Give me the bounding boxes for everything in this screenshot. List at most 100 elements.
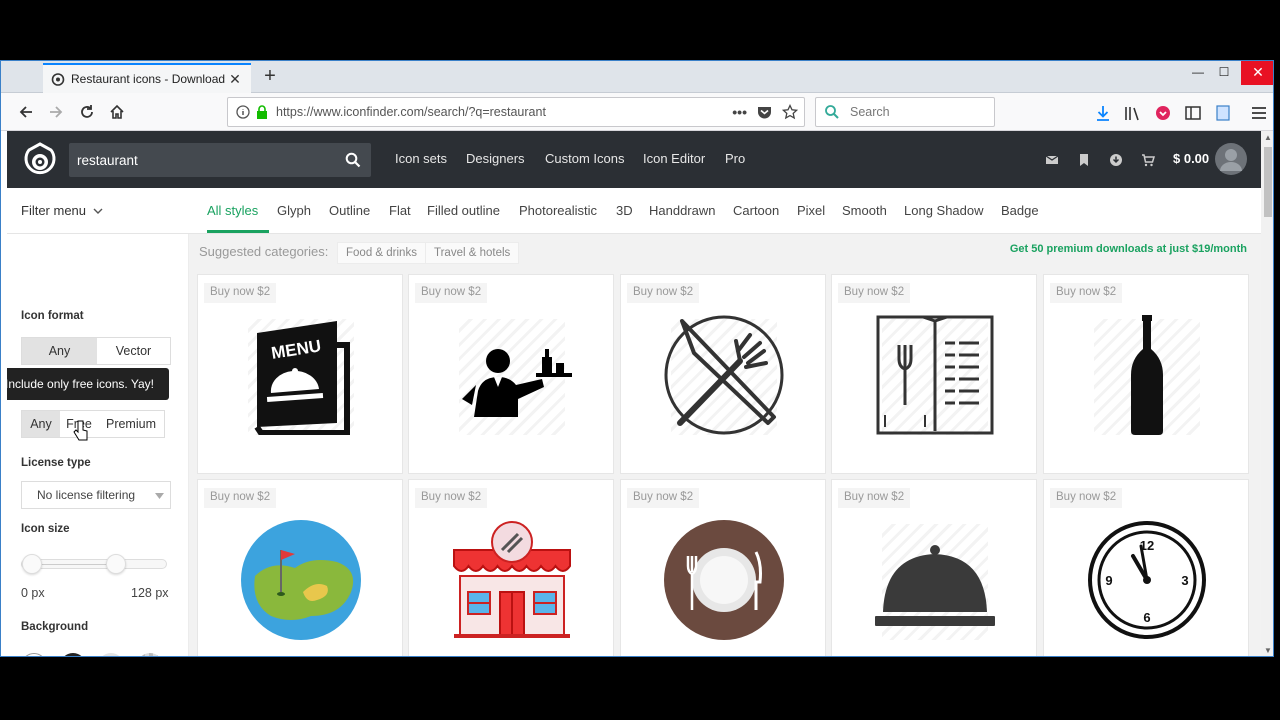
bookmark-icon[interactable] (1077, 153, 1091, 167)
buy-now-badge[interactable]: Buy now $2 (1050, 283, 1123, 303)
nav-icon-sets[interactable]: Icon sets (395, 151, 447, 166)
buy-now-badge[interactable]: Buy now $2 (415, 488, 488, 508)
reload-button[interactable] (74, 99, 100, 125)
icon-format-any[interactable]: Any (22, 338, 97, 364)
buy-now-badge[interactable]: Buy now $2 (1050, 488, 1123, 508)
active-tab-indicator (207, 230, 269, 233)
site-search-input[interactable]: restaurant (69, 143, 371, 177)
download-circle-icon[interactable] (1109, 153, 1123, 167)
style-tab-all-styles[interactable]: All styles (207, 203, 258, 218)
hamburger-menu-icon[interactable] (1249, 103, 1269, 123)
dropdown-arrow-icon (155, 493, 164, 499)
icon-card[interactable]: Buy now $2 12 6 9 3 (1043, 479, 1249, 656)
page-scrollbar[interactable]: ▲ ▼ (1261, 131, 1273, 656)
icon-size-max-handle[interactable] (106, 554, 126, 574)
price-any[interactable]: Any (22, 411, 60, 437)
buy-now-badge[interactable]: Buy now $2 (627, 488, 700, 508)
sidebar-toggle-icon[interactable] (1183, 103, 1203, 123)
background-transparent-swatch[interactable] (137, 653, 163, 656)
pocket-icon[interactable] (757, 105, 772, 119)
icon-size-min-handle[interactable] (22, 554, 42, 574)
style-tab-outline[interactable]: Outline (329, 203, 370, 218)
cart-total[interactable]: $ 0.00 (1173, 151, 1209, 166)
cart-icon[interactable] (1141, 153, 1155, 167)
nav-designers[interactable]: Designers (466, 151, 525, 166)
scroll-down-icon[interactable]: ▼ (1261, 644, 1273, 656)
buy-now-badge[interactable]: Buy now $2 (204, 283, 277, 303)
pocket-extension-icon[interactable] (1153, 103, 1173, 123)
style-tab-flat[interactable]: Flat (389, 203, 411, 218)
nav-pro[interactable]: Pro (725, 151, 745, 166)
downloads-icon[interactable] (1093, 103, 1113, 123)
icon-size-min-label: 0 px (21, 586, 45, 600)
icon-card[interactable]: Buy now $2 MENU (197, 274, 403, 474)
filter-menu-button[interactable]: Filter menu (21, 203, 104, 218)
background-heading: Background (21, 621, 89, 633)
browser-tab[interactable]: Restaurant icons - Download 1 ✕ (43, 63, 251, 93)
icon-card[interactable]: Buy now $2 (197, 479, 403, 656)
style-tab-cartoon[interactable]: Cartoon (733, 203, 779, 218)
buy-now-badge[interactable]: Buy now $2 (838, 488, 911, 508)
avatar[interactable] (1215, 143, 1247, 175)
forward-button[interactable] (43, 99, 69, 125)
url-bar[interactable]: https://www.iconfinder.com/search/?q=res… (227, 97, 805, 127)
style-tab-3d[interactable]: 3D (616, 203, 633, 218)
tab-close-icon[interactable]: ✕ (227, 71, 243, 88)
url-text: https://www.iconfinder.com/search/?q=res… (276, 105, 546, 119)
screen: Restaurant icons - Download 1 ✕ + — ☐ ✕ … (0, 0, 1280, 720)
category-food-drinks[interactable]: Food & drinks (337, 242, 426, 264)
style-tab-pixel[interactable]: Pixel (797, 203, 825, 218)
style-tab-handdrawn[interactable]: Handdrawn (649, 203, 716, 218)
background-gray-swatch[interactable] (98, 653, 124, 656)
icon-card[interactable]: Buy now $2 (408, 479, 614, 656)
maximize-button[interactable]: ☐ (1207, 61, 1241, 85)
license-select[interactable]: No license filtering (21, 481, 171, 509)
background-white-swatch[interactable] (21, 653, 47, 656)
icon-format-vector[interactable]: Vector (97, 338, 170, 364)
buy-now-badge[interactable]: Buy now $2 (838, 283, 911, 303)
style-tab-long-shadow[interactable]: Long Shadow (904, 203, 984, 218)
icon-card[interactable]: Buy now $2 (1043, 274, 1249, 474)
icon-card[interactable]: Buy now $2 (831, 274, 1037, 474)
buy-now-badge[interactable]: Buy now $2 (415, 283, 488, 303)
back-arrow-icon (19, 106, 32, 118)
icon-card[interactable]: Buy now $2 (831, 479, 1037, 656)
buy-now-badge[interactable]: Buy now $2 (627, 283, 700, 303)
style-tab-smooth[interactable]: Smooth (842, 203, 887, 218)
background-black-swatch[interactable] (60, 653, 86, 656)
back-button[interactable] (13, 99, 39, 125)
mail-icon[interactable] (1045, 153, 1059, 167)
search-placeholder: Search (850, 105, 890, 119)
new-tab-button[interactable]: + (259, 65, 281, 89)
page-actions-icon[interactable]: ••• (732, 104, 747, 120)
style-tab-photorealistic[interactable]: Photorealistic (519, 203, 597, 218)
style-tab-filled-outline[interactable]: Filled outline (427, 203, 500, 218)
style-tab-badge[interactable]: Badge (1001, 203, 1039, 218)
browser-window: Restaurant icons - Download 1 ✕ + — ☐ ✕ … (0, 60, 1274, 657)
mouse-cursor-icon (73, 420, 88, 441)
icon-card[interactable]: Buy now $2 (620, 274, 826, 474)
reader-icon[interactable] (1213, 103, 1233, 123)
nav-icon-editor[interactable]: Icon Editor (643, 151, 705, 166)
browser-search-input[interactable]: Search (815, 97, 995, 127)
suggested-categories-label: Suggested categories: (199, 244, 329, 259)
icon-card[interactable]: Buy now $2 (620, 479, 826, 656)
icon-card[interactable]: Buy now $2 (408, 274, 614, 474)
scroll-up-icon[interactable]: ▲ (1261, 131, 1273, 145)
style-tab-glyph[interactable]: Glyph (277, 203, 311, 218)
premium-promo-link[interactable]: Get 50 premium downloads at just $19/mon… (1010, 243, 1247, 255)
price-premium[interactable]: Premium (98, 411, 164, 437)
buy-now-badge[interactable]: Buy now $2 (204, 488, 277, 508)
bookmark-star-icon[interactable] (782, 104, 798, 120)
scrollbar-thumb[interactable] (1264, 147, 1272, 217)
iconfinder-logo-icon[interactable] (21, 141, 59, 179)
info-icon[interactable] (236, 105, 250, 119)
home-button[interactable] (104, 99, 130, 125)
category-travel-hotels[interactable]: Travel & hotels (425, 242, 520, 264)
library-icon[interactable] (1123, 103, 1143, 123)
nav-custom-icons[interactable]: Custom Icons (545, 151, 624, 166)
license-select-value: No license filtering (37, 488, 136, 502)
window-close-button[interactable]: ✕ (1241, 61, 1273, 85)
license-type-heading: License type (21, 457, 91, 469)
search-icon[interactable] (345, 152, 361, 168)
